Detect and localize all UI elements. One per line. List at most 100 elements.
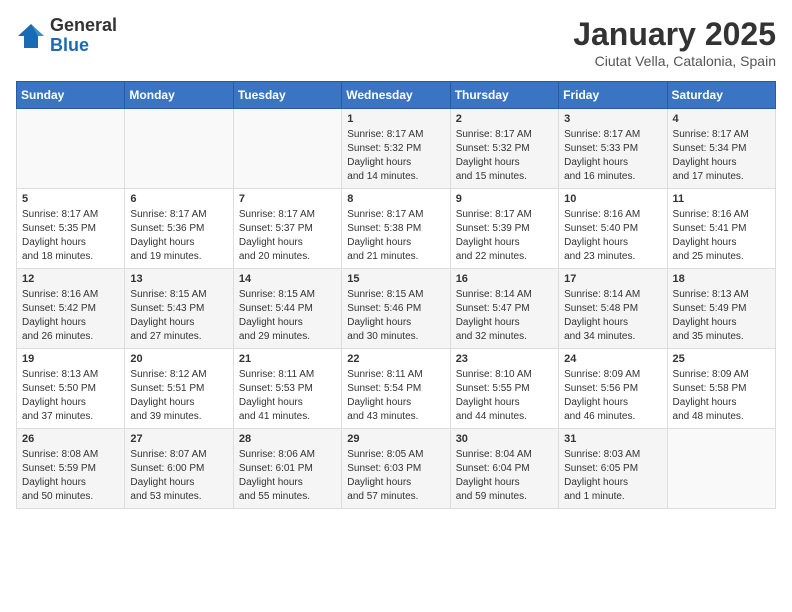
day-cell: 3 Sunrise: 8:17 AMSunset: 5:33 PMDaylight… [559, 109, 667, 189]
header-saturday: Saturday [667, 82, 775, 109]
day-info: Sunrise: 8:03 AMSunset: 6:05 PMDaylight … [564, 448, 661, 504]
day-info: Sunrise: 8:06 AMSunset: 6:01 PMDaylight … [239, 448, 336, 504]
day-cell [667, 429, 775, 509]
day-cell [125, 109, 233, 189]
header-wednesday: Wednesday [342, 82, 450, 109]
day-number: 14 [239, 273, 336, 285]
day-cell: 10 Sunrise: 8:16 AMSunset: 5:40 PMDayligh… [559, 189, 667, 269]
day-cell: 22Sunrise: 8:11 AMSunset: 5:54 PMDayligh… [342, 349, 450, 429]
day-number: 28 [239, 433, 336, 445]
day-info: Sunrise: 8:17 AMSunset: 5:39 PMDaylight … [456, 208, 553, 264]
day-info: Sunrise: 8:13 AMSunset: 5:50 PMDaylight … [22, 368, 119, 424]
day-info: Sunrise: 8:17 AMSunset: 5:38 PMDaylight … [347, 208, 444, 264]
day-cell: 15 Sunrise: 8:15 AMSunset: 5:46 PMDayligh… [342, 269, 450, 349]
day-cell: 13 Sunrise: 8:15 AMSunset: 5:43 PMDayligh… [125, 269, 233, 349]
day-number: 3 [564, 113, 661, 125]
week-row-2: 5 Sunrise: 8:17 AMSunset: 5:35 PMDaylight… [17, 189, 776, 269]
calendar-header: Sunday Monday Tuesday Wednesday Thursday… [17, 82, 776, 109]
day-info: Sunrise: 8:13 AMSunset: 5:49 PMDaylight … [673, 288, 770, 344]
title-block: January 2025 Ciutat Vella, Catalonia, Sp… [573, 16, 776, 69]
day-cell: 24Sunrise: 8:09 AMSunset: 5:56 PMDayligh… [559, 349, 667, 429]
day-cell: 14 Sunrise: 8:15 AMSunset: 5:44 PMDayligh… [233, 269, 341, 349]
day-cell: 28 Sunrise: 8:06 AMSunset: 6:01 PMDayligh… [233, 429, 341, 509]
day-cell: 21Sunrise: 8:11 AMSunset: 5:53 PMDayligh… [233, 349, 341, 429]
day-info: Sunrise: 8:12 AMSunset: 5:51 PMDaylight … [130, 368, 227, 424]
day-number: 5 [22, 193, 119, 205]
day-number: 13 [130, 273, 227, 285]
day-cell: 4 Sunrise: 8:17 AMSunset: 5:34 PMDaylight… [667, 109, 775, 189]
day-cell: 12Sunrise: 8:16 AMSunset: 5:42 PMDayligh… [17, 269, 125, 349]
day-cell: 7 Sunrise: 8:17 AMSunset: 5:37 PMDaylight… [233, 189, 341, 269]
day-cell [17, 109, 125, 189]
day-info: Sunrise: 8:17 AMSunset: 5:35 PMDaylight … [22, 208, 119, 264]
day-number: 26 [22, 433, 119, 445]
calendar-table: Sunday Monday Tuesday Wednesday Thursday… [16, 81, 776, 509]
day-cell: 18 Sunrise: 8:13 AMSunset: 5:49 PMDayligh… [667, 269, 775, 349]
day-info: Sunrise: 8:09 AMSunset: 5:58 PMDaylight … [673, 368, 770, 424]
header-sunday: Sunday [17, 82, 125, 109]
week-row-5: 26 Sunrise: 8:08 AMSunset: 5:59 PMDayligh… [17, 429, 776, 509]
day-info: Sunrise: 8:16 AMSunset: 5:41 PMDaylight … [673, 208, 770, 264]
day-number: 20 [130, 353, 227, 365]
day-number: 2 [456, 113, 553, 125]
day-info: Sunrise: 8:17 AMSunset: 5:32 PMDaylight … [347, 128, 444, 184]
day-cell: 30Sunrise: 8:04 AMSunset: 6:04 PMDayligh… [450, 429, 558, 509]
logo-text: General Blue [50, 16, 117, 56]
day-number: 1 [347, 113, 444, 125]
day-info: Sunrise: 8:15 AMSunset: 5:46 PMDaylight … [347, 288, 444, 344]
day-cell: 9 Sunrise: 8:17 AMSunset: 5:39 PMDaylight… [450, 189, 558, 269]
day-cell: 25 Sunrise: 8:09 AMSunset: 5:58 PMDayligh… [667, 349, 775, 429]
day-number: 16 [456, 273, 553, 285]
day-info: Sunrise: 8:17 AMSunset: 5:33 PMDaylight … [564, 128, 661, 184]
header-monday: Monday [125, 82, 233, 109]
day-number: 6 [130, 193, 227, 205]
day-info: Sunrise: 8:17 AMSunset: 5:32 PMDaylight … [456, 128, 553, 184]
logo-icon [16, 22, 46, 50]
day-number: 15 [347, 273, 444, 285]
day-number: 24 [564, 353, 661, 365]
week-row-3: 12Sunrise: 8:16 AMSunset: 5:42 PMDayligh… [17, 269, 776, 349]
day-cell: 17Sunrise: 8:14 AMSunset: 5:48 PMDayligh… [559, 269, 667, 349]
day-cell: 19 Sunrise: 8:13 AMSunset: 5:50 PMDayligh… [17, 349, 125, 429]
day-cell: 11Sunrise: 8:16 AMSunset: 5:41 PMDayligh… [667, 189, 775, 269]
day-number: 4 [673, 113, 770, 125]
day-info: Sunrise: 8:15 AMSunset: 5:44 PMDaylight … [239, 288, 336, 344]
day-info: Sunrise: 8:05 AMSunset: 6:03 PMDaylight … [347, 448, 444, 504]
day-cell: 2 Sunrise: 8:17 AMSunset: 5:32 PMDaylight… [450, 109, 558, 189]
week-row-4: 19 Sunrise: 8:13 AMSunset: 5:50 PMDayligh… [17, 349, 776, 429]
day-number: 29 [347, 433, 444, 445]
day-number: 7 [239, 193, 336, 205]
calendar-subtitle: Ciutat Vella, Catalonia, Spain [573, 53, 776, 69]
day-number: 21 [239, 353, 336, 365]
day-cell: 6Sunrise: 8:17 AMSunset: 5:36 PMDaylight… [125, 189, 233, 269]
logo: General Blue [16, 16, 117, 56]
day-number: 19 [22, 353, 119, 365]
day-info: Sunrise: 8:17 AMSunset: 5:34 PMDaylight … [673, 128, 770, 184]
day-info: Sunrise: 8:15 AMSunset: 5:43 PMDaylight … [130, 288, 227, 344]
week-row-1: 1 Sunrise: 8:17 AMSunset: 5:32 PMDaylight… [17, 109, 776, 189]
day-cell: 26 Sunrise: 8:08 AMSunset: 5:59 PMDayligh… [17, 429, 125, 509]
day-cell [233, 109, 341, 189]
day-info: Sunrise: 8:10 AMSunset: 5:55 PMDaylight … [456, 368, 553, 424]
day-number: 31 [564, 433, 661, 445]
calendar-body: 1 Sunrise: 8:17 AMSunset: 5:32 PMDaylight… [17, 109, 776, 509]
header-thursday: Thursday [450, 82, 558, 109]
day-number: 17 [564, 273, 661, 285]
day-cell: 1 Sunrise: 8:17 AMSunset: 5:32 PMDaylight… [342, 109, 450, 189]
day-number: 12 [22, 273, 119, 285]
page-header: General Blue January 2025 Ciutat Vella, … [16, 16, 776, 69]
day-number: 18 [673, 273, 770, 285]
day-info: Sunrise: 8:17 AMSunset: 5:37 PMDaylight … [239, 208, 336, 264]
day-info: Sunrise: 8:16 AMSunset: 5:40 PMDaylight … [564, 208, 661, 264]
day-number: 9 [456, 193, 553, 205]
day-cell: 23Sunrise: 8:10 AMSunset: 5:55 PMDayligh… [450, 349, 558, 429]
day-number: 25 [673, 353, 770, 365]
header-row: Sunday Monday Tuesday Wednesday Thursday… [17, 82, 776, 109]
day-info: Sunrise: 8:08 AMSunset: 5:59 PMDaylight … [22, 448, 119, 504]
day-number: 10 [564, 193, 661, 205]
header-friday: Friday [559, 82, 667, 109]
day-cell: 16Sunrise: 8:14 AMSunset: 5:47 PMDayligh… [450, 269, 558, 349]
day-number: 30 [456, 433, 553, 445]
day-cell: 5 Sunrise: 8:17 AMSunset: 5:35 PMDaylight… [17, 189, 125, 269]
day-cell: 8Sunrise: 8:17 AMSunset: 5:38 PMDaylight… [342, 189, 450, 269]
